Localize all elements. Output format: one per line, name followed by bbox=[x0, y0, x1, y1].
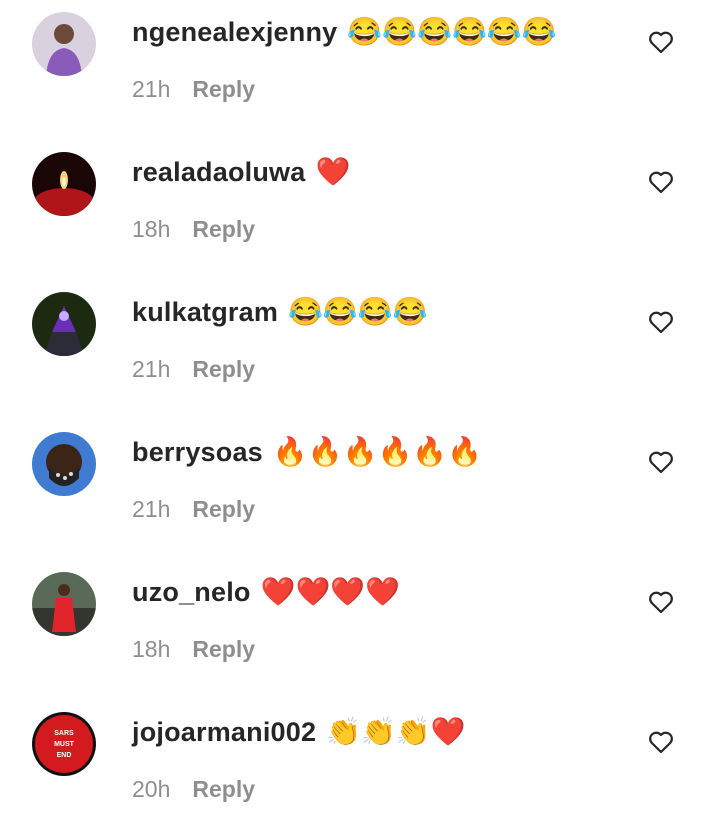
comments-list: ngenealexjenny 😂😂😂😂😂😂 21h Reply realadao… bbox=[0, 0, 720, 802]
comment-time: 20h bbox=[132, 776, 171, 802]
comment-item: SARS MUST END jojoarmani002 👏👏👏❤️ 20h Re… bbox=[0, 700, 720, 840]
comment-text: 😂😂😂😂 bbox=[288, 296, 428, 327]
svg-text:SARS: SARS bbox=[54, 730, 74, 737]
comment-text: 😂😂😂😂😂😂 bbox=[347, 16, 557, 47]
avatar[interactable] bbox=[32, 152, 96, 216]
comment-text: ❤️ bbox=[315, 156, 351, 187]
comment-username[interactable]: berrysoas bbox=[132, 437, 263, 468]
reply-button[interactable]: Reply bbox=[192, 216, 255, 243]
woman-red-dress-photo-icon bbox=[32, 572, 96, 636]
comment-item: realadaoluwa ❤️ 18h Reply bbox=[0, 140, 720, 280]
like-button[interactable] bbox=[648, 450, 674, 474]
svg-text:MUST: MUST bbox=[54, 741, 75, 748]
comment-username[interactable]: uzo_nelo bbox=[132, 577, 251, 608]
like-button[interactable] bbox=[648, 310, 674, 334]
comment-item: ngenealexjenny 😂😂😂😂😂😂 21h Reply bbox=[0, 0, 720, 140]
comment-text: 🔥🔥🔥🔥🔥🔥 bbox=[272, 436, 483, 467]
comment-username[interactable]: ngenealexjenny bbox=[132, 17, 337, 48]
comment-item: uzo_nelo ❤️❤️❤️❤️ 18h Reply bbox=[0, 560, 720, 700]
like-button[interactable] bbox=[648, 590, 674, 614]
comment-time: 21h bbox=[132, 496, 171, 522]
like-button[interactable] bbox=[648, 30, 674, 54]
comment-username[interactable]: jojoarmani002 bbox=[132, 717, 316, 748]
reply-button[interactable]: Reply bbox=[192, 496, 255, 523]
avatar[interactable] bbox=[32, 572, 96, 636]
comment-time: 18h bbox=[132, 636, 171, 662]
heart-outline-icon bbox=[649, 311, 673, 334]
comment-text: ❤️❤️❤️❤️ bbox=[260, 576, 401, 607]
masked-man-photo-icon bbox=[32, 432, 96, 496]
avatar[interactable] bbox=[32, 292, 96, 356]
like-button[interactable] bbox=[648, 170, 674, 194]
reply-button[interactable]: Reply bbox=[192, 776, 255, 803]
sars-badge-icon: SARS MUST END bbox=[32, 712, 96, 776]
comment-username[interactable]: kulkatgram bbox=[132, 297, 278, 328]
heart-outline-icon bbox=[649, 731, 673, 754]
comment-item: kulkatgram 😂😂😂😂 21h Reply bbox=[0, 280, 720, 420]
woman-photo-icon bbox=[32, 12, 96, 76]
heart-outline-icon bbox=[649, 451, 673, 474]
reply-button[interactable]: Reply bbox=[192, 76, 255, 103]
heart-outline-icon bbox=[649, 171, 673, 194]
heart-outline-icon bbox=[649, 31, 673, 54]
comment-text: 👏👏👏❤️ bbox=[326, 716, 466, 747]
comment-time: 18h bbox=[132, 216, 171, 242]
comment-time: 21h bbox=[132, 76, 171, 102]
avatar[interactable]: SARS MUST END bbox=[32, 712, 96, 776]
like-button[interactable] bbox=[648, 730, 674, 754]
reply-button[interactable]: Reply bbox=[192, 636, 255, 663]
avatar[interactable] bbox=[32, 12, 96, 76]
purple-tunnel-photo-icon bbox=[32, 292, 96, 356]
heart-outline-icon bbox=[649, 591, 673, 614]
svg-text:END: END bbox=[57, 752, 72, 759]
reply-button[interactable]: Reply bbox=[192, 356, 255, 383]
comment-item: berrysoas 🔥🔥🔥🔥🔥🔥 21h Reply bbox=[0, 420, 720, 560]
candle-photo-icon bbox=[32, 152, 96, 216]
avatar[interactable] bbox=[32, 432, 96, 496]
comment-time: 21h bbox=[132, 356, 171, 382]
comment-username[interactable]: realadaoluwa bbox=[132, 157, 305, 188]
